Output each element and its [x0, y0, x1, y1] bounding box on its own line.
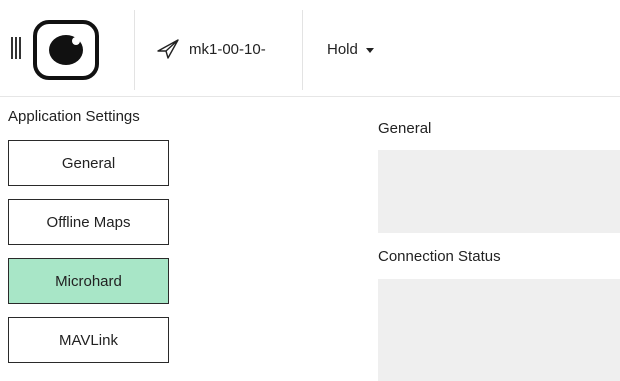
section-title-connection-status: Connection Status	[378, 248, 501, 265]
toolbar-divider	[302, 10, 303, 90]
settings-nav-general[interactable]: General	[8, 140, 169, 186]
flight-mode-dropdown[interactable]: Hold	[327, 37, 374, 61]
connection-status-panel	[378, 279, 620, 381]
section-title-general: General	[378, 120, 432, 137]
caret-down-icon	[365, 47, 374, 53]
vehicle-selector[interactable]: mk1-00-10-	[157, 37, 266, 61]
vehicle-label: mk1-00-10-	[189, 40, 266, 58]
nav-label: General	[61, 154, 116, 172]
paper-plane-icon	[157, 39, 179, 59]
settings-nav-offline-maps[interactable]: Offline Maps	[8, 199, 169, 245]
hamburger-icon[interactable]	[11, 37, 23, 59]
app-logo-icon[interactable]	[33, 20, 99, 80]
top-toolbar: mk1-00-10- Hold	[0, 0, 620, 97]
settings-title: Application Settings	[8, 108, 140, 125]
nav-label: Microhard	[55, 272, 122, 290]
settings-nav-mavlink[interactable]: MAVLink	[8, 317, 169, 363]
flight-mode-label: Hold	[327, 40, 358, 58]
settings-nav-microhard[interactable]: Microhard	[8, 258, 169, 304]
nav-label: MAVLink	[59, 331, 118, 349]
general-panel	[378, 150, 620, 233]
toolbar-divider	[134, 10, 135, 90]
nav-label: Offline Maps	[46, 213, 131, 231]
